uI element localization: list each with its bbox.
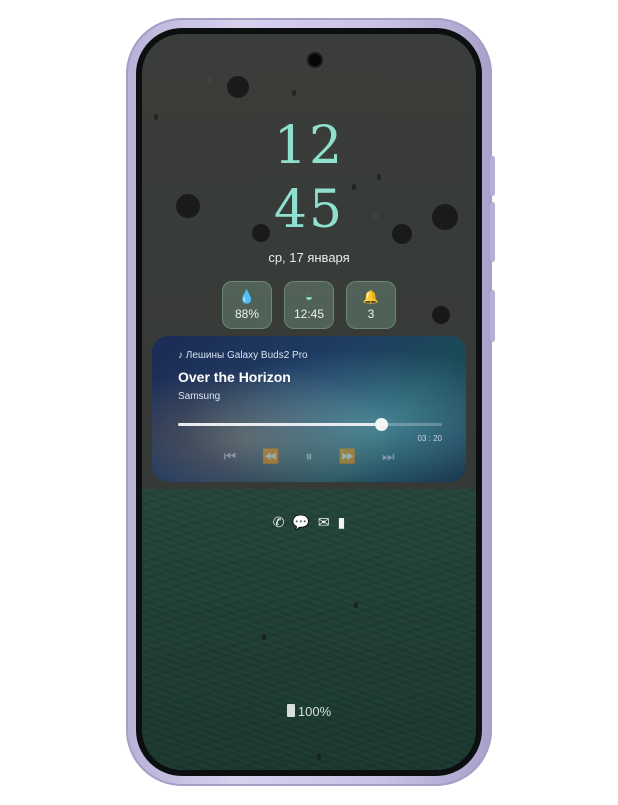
media-player-card[interactable]: ♪ Лешины Galaxy Buds2 Pro Over the Horiz… — [152, 336, 466, 482]
sim-icon: ▮ — [337, 514, 346, 530]
message-icon: 💬 — [292, 514, 310, 530]
media-output-device[interactable]: ♪ Лешины Galaxy Buds2 Pro — [178, 350, 308, 361]
battery-widget[interactable]: 💧 88% — [222, 281, 272, 329]
seek-handle[interactable] — [375, 418, 389, 431]
bell-icon: 🔔 — [362, 288, 380, 304]
battery-label: 100% — [297, 704, 332, 719]
volume-up-button[interactable] — [490, 156, 495, 196]
clock-minutes[interactable]: 45 — [142, 184, 476, 236]
skip-next-icon[interactable]: ⏭ — [382, 448, 395, 465]
notification-icons-row[interactable]: ✆ 💬 ✉ ▮ — [142, 514, 476, 531]
pause-icon[interactable]: ⏸ — [306, 448, 313, 465]
phone-frame: 12 45 ср, 17 января 💧 88% ◒ 12:45 🔔 3 ♪ … — [126, 18, 495, 786]
seek-bar-fill — [178, 423, 382, 426]
missed-call-icon: ✆ — [272, 514, 285, 530]
rewind-icon[interactable]: ⏪ — [262, 448, 279, 465]
mail-icon: ✉ — [317, 514, 330, 530]
battery-icon — [286, 704, 295, 717]
sunrise-icon: ◒ — [305, 288, 313, 304]
widget-row: 💧 88% ◒ 12:45 🔔 3 — [142, 281, 476, 329]
battery-status: 100% — [142, 704, 476, 719]
clock-hours[interactable]: 12 — [142, 120, 476, 172]
person-decor — [262, 634, 266, 640]
track-artist: Samsung — [178, 391, 221, 402]
person-decor — [292, 90, 296, 96]
widget-value: 88% — [234, 306, 260, 321]
wallpaper-sea — [142, 489, 476, 770]
fast-forward-icon[interactable]: ⏩ — [339, 448, 356, 465]
notification-widget[interactable]: 🔔 3 — [346, 281, 396, 329]
widget-value: 3 — [367, 306, 375, 321]
volume-down-button[interactable] — [490, 202, 495, 262]
lockscreen[interactable]: 12 45 ср, 17 января 💧 88% ◒ 12:45 🔔 3 ♪ … — [142, 34, 476, 770]
alarm-widget[interactable]: ◒ 12:45 — [284, 281, 334, 329]
date-label: ср, 17 января — [268, 250, 350, 265]
track-title: Over the Horizon — [178, 369, 291, 385]
person-decor — [377, 174, 381, 180]
umbrella-decor — [227, 76, 249, 98]
person-decor — [354, 602, 358, 608]
remaining-time: 03 : 20 — [417, 434, 442, 443]
screen: 12 45 ср, 17 января 💧 88% ◒ 12:45 🔔 3 ♪ … — [136, 28, 482, 776]
power-button[interactable] — [490, 290, 495, 342]
skip-previous-icon[interactable]: ⏮ — [223, 448, 236, 465]
widget-value: 12:45 — [293, 306, 325, 321]
seek-bar[interactable] — [178, 418, 442, 431]
droplet-icon: 💧 — [238, 288, 256, 304]
person-decor — [317, 754, 321, 760]
front-camera — [309, 54, 321, 66]
media-controls: ⏮ ⏪ ⏸ ⏩ ⏭ — [152, 448, 466, 465]
